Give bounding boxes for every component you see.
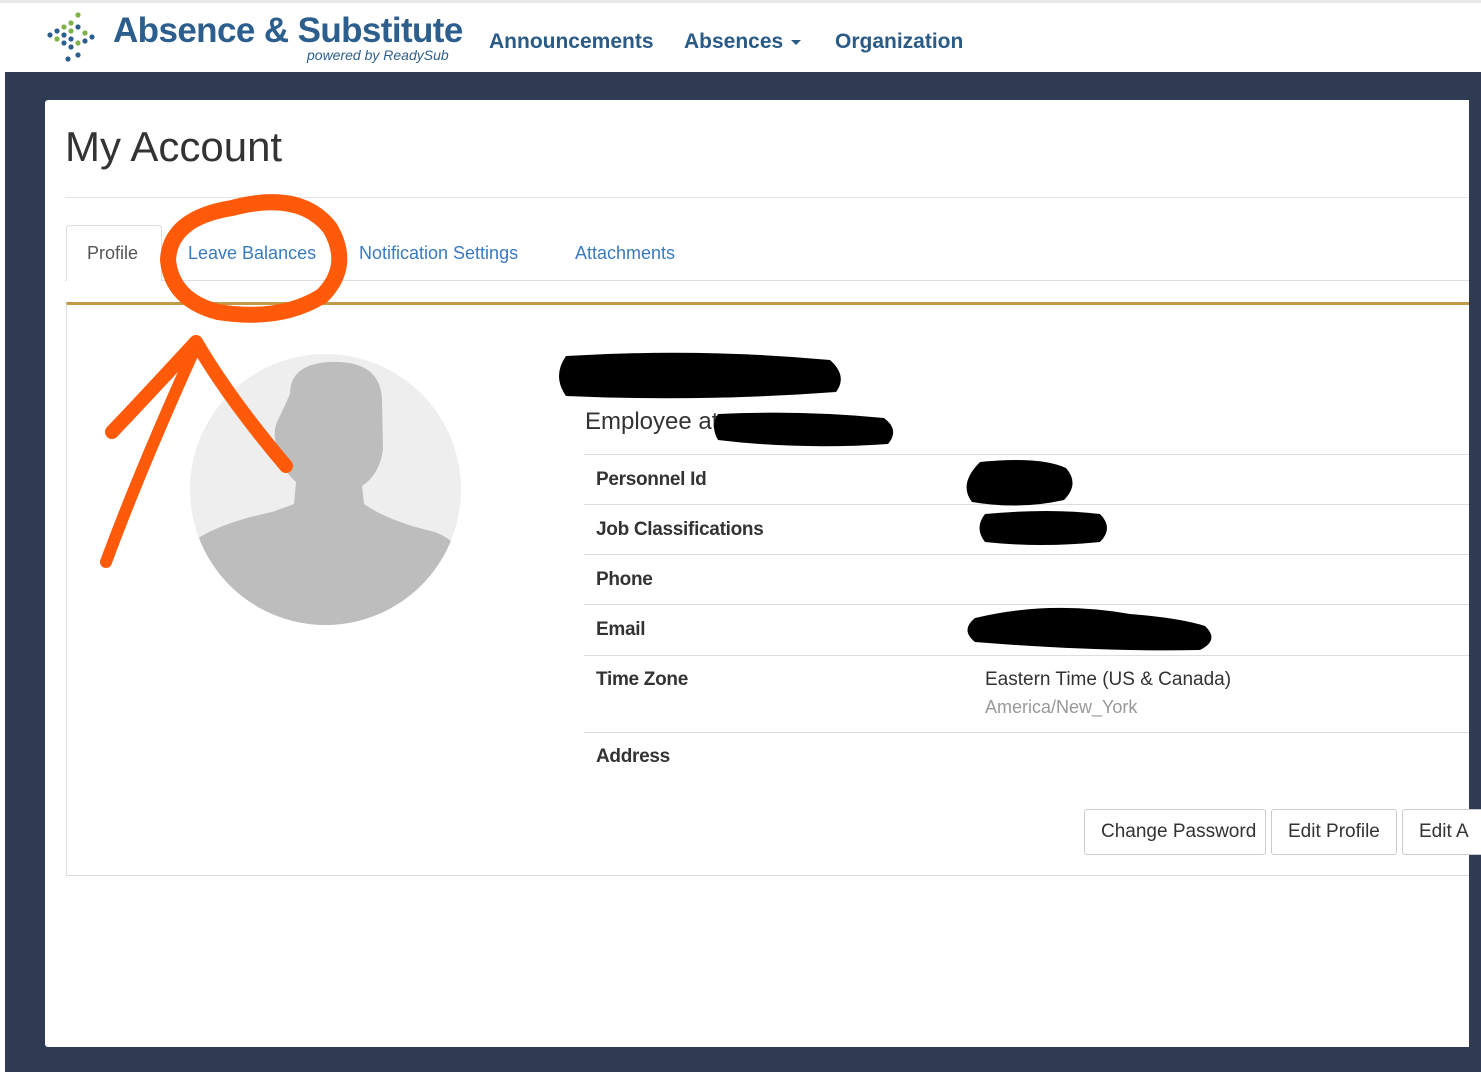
- label-email: Email: [596, 619, 646, 640]
- time-zone-value: Eastern Time (US & Canada): [985, 669, 1232, 690]
- row-divider: [584, 504, 1469, 505]
- nav-organization[interactable]: Organization: [835, 30, 963, 54]
- employee-affiliation: Employee at: [585, 408, 719, 435]
- tab-profile-label[interactable]: Profile: [87, 243, 138, 264]
- label-personnel-id: Personnel Id: [596, 469, 707, 490]
- caret-down-icon: [791, 39, 802, 45]
- tab-baseline: [65, 280, 1469, 281]
- label-job-classifications: Job Classifications: [596, 519, 764, 540]
- row-divider: [584, 604, 1469, 605]
- edit-profile-button[interactable]: Edit Profile: [1271, 809, 1397, 855]
- page-title: My Account: [65, 123, 283, 170]
- label-time-zone: Time Zone: [596, 669, 688, 690]
- edit-account-button[interactable]: Edit A: [1402, 809, 1481, 855]
- label-address: Address: [596, 746, 670, 767]
- row-divider: [584, 732, 1469, 733]
- person-silhouette-icon: [190, 361, 461, 625]
- row-divider: [584, 655, 1469, 656]
- nav-absences-label: Absences: [684, 30, 784, 53]
- change-password-button[interactable]: Change Password: [1084, 809, 1266, 855]
- title-divider: [65, 197, 1469, 198]
- dots-logo-icon: [47, 12, 95, 62]
- nav-absences-dropdown[interactable]: Absences: [684, 30, 802, 54]
- brand-title[interactable]: Absence & Substitute: [113, 11, 463, 51]
- label-phone: Phone: [596, 569, 653, 590]
- row-divider: [584, 554, 1469, 555]
- nav-announcements[interactable]: Announcements: [489, 30, 654, 54]
- row-divider: [584, 454, 1469, 455]
- tab-leave-balances[interactable]: Leave Balances: [188, 243, 316, 264]
- tab-attachments[interactable]: Attachments: [575, 243, 675, 264]
- top-navbar: Absence & Substitute powered by ReadySub…: [0, 0, 1481, 72]
- brand-subtitle: powered by ReadySub: [307, 47, 449, 63]
- tab-notification-settings[interactable]: Notification Settings: [359, 243, 518, 264]
- time-zone-id: America/New_York: [985, 697, 1138, 717]
- avatar: [190, 354, 461, 625]
